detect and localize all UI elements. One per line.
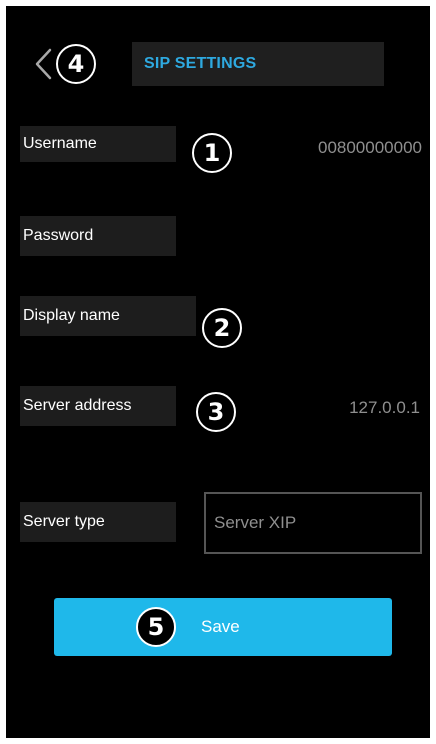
save-button[interactable]: 5 Save (54, 598, 392, 656)
server-address-label-text: Server address (23, 397, 132, 414)
password-label-text: Password (23, 227, 94, 244)
server-address-value[interactable]: 127.0.0.1 (256, 398, 420, 418)
chevron-left-icon (35, 48, 52, 80)
header-title-box[interactable]: SIP SETTINGS (132, 42, 384, 86)
callout-badge-username: 1 (192, 133, 232, 173)
display-name-label-text: Display name (23, 307, 120, 324)
callout-badge-save: 5 (136, 607, 176, 647)
server-type-selected-value: Server XIP (214, 513, 297, 532)
page-title: SIP SETTINGS (144, 55, 257, 72)
display-name-label[interactable]: Display name (20, 296, 196, 336)
password-label[interactable]: Password (20, 216, 176, 256)
server-type-select[interactable]: Server XIP (204, 492, 422, 554)
username-value[interactable]: 00800000000 (256, 138, 422, 158)
back-button[interactable] (32, 46, 54, 82)
callout-badge-back: 4 (56, 44, 96, 84)
server-type-label[interactable]: Server type (20, 502, 176, 542)
sip-settings-screen: 4 SIP SETTINGS Username 1 00800000000 Pa… (6, 6, 430, 738)
username-label-text: Username (23, 135, 97, 152)
callout-badge-server-address: 3 (196, 392, 236, 432)
server-address-label[interactable]: Server address (20, 386, 176, 426)
server-type-label-text: Server type (23, 513, 105, 530)
save-button-label: Save (201, 617, 240, 636)
username-label[interactable]: Username (20, 126, 176, 162)
callout-badge-display-name: 2 (202, 308, 242, 348)
